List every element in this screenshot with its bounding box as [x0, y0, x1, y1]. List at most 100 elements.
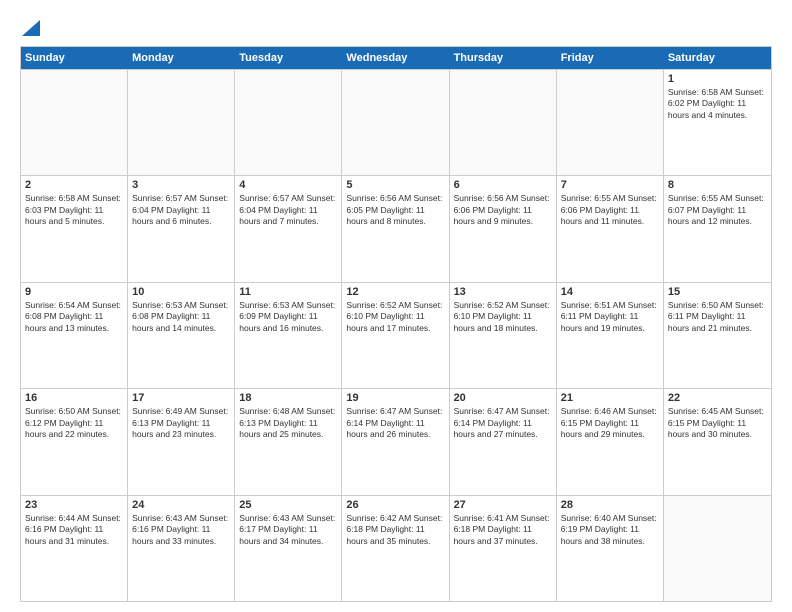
day-number: 15 [668, 286, 767, 298]
day-info: Sunrise: 6:53 AM Sunset: 6:09 PM Dayligh… [239, 300, 337, 334]
page: SundayMondayTuesdayWednesdayThursdayFrid… [0, 0, 792, 612]
day-info: Sunrise: 6:51 AM Sunset: 6:11 PM Dayligh… [561, 300, 659, 334]
header-day-wednesday: Wednesday [342, 47, 449, 69]
day-number: 6 [454, 179, 552, 191]
day-cell-28: 28 Sunrise: 6:40 AM Sunset: 6:19 PM Dayli… [557, 496, 664, 601]
day-info: Sunrise: 6:43 AM Sunset: 6:17 PM Dayligh… [239, 513, 337, 547]
day-cell-8: 8Sunrise: 6:55 AM Sunset: 6:07 PM Daylig… [664, 176, 771, 281]
day-cell-3: 3 Sunrise: 6:57 AM Sunset: 6:04 PM Daylig… [128, 176, 235, 281]
header-day-thursday: Thursday [450, 47, 557, 69]
day-number: 27 [454, 499, 552, 511]
day-info: Sunrise: 6:43 AM Sunset: 6:16 PM Dayligh… [132, 513, 230, 547]
day-info: Sunrise: 6:53 AM Sunset: 6:08 PM Dayligh… [132, 300, 230, 334]
day-cell-27: 27 Sunrise: 6:41 AM Sunset: 6:18 PM Dayli… [450, 496, 557, 601]
day-cell-21: 21 Sunrise: 6:46 AM Sunset: 6:15 PM Dayli… [557, 389, 664, 494]
header-day-sunday: Sunday [21, 47, 128, 69]
calendar-row: 9 Sunrise: 6:54 AM Sunset: 6:08 PM Daylig… [21, 282, 771, 388]
day-cell-25: 25 Sunrise: 6:43 AM Sunset: 6:17 PM Dayli… [235, 496, 342, 601]
empty-cell [557, 70, 664, 175]
day-cell-22: 22 Sunrise: 6:45 AM Sunset: 6:15 PM Dayli… [664, 389, 771, 494]
day-info: Sunrise: 6:45 AM Sunset: 6:15 PM Dayligh… [668, 406, 767, 440]
day-info: Sunrise: 6:46 AM Sunset: 6:15 PM Dayligh… [561, 406, 659, 440]
day-info: Sunrise: 6:44 AM Sunset: 6:16 PM Dayligh… [25, 513, 123, 547]
day-number: 17 [132, 392, 230, 404]
day-cell-2: 2 Sunrise: 6:58 AM Sunset: 6:03 PM Daylig… [21, 176, 128, 281]
day-number: 18 [239, 392, 337, 404]
day-cell-24: 24 Sunrise: 6:43 AM Sunset: 6:16 PM Dayli… [128, 496, 235, 601]
empty-cell [21, 70, 128, 175]
day-cell-16: 16 Sunrise: 6:50 AM Sunset: 6:12 PM Dayli… [21, 389, 128, 494]
header-day-friday: Friday [557, 47, 664, 69]
day-info: Sunrise: 6:52 AM Sunset: 6:10 PM Dayligh… [454, 300, 552, 334]
day-info: Sunrise: 6:50 AM Sunset: 6:12 PM Dayligh… [25, 406, 123, 440]
day-number: 4 [239, 179, 337, 191]
day-cell-1: 1Sunrise: 6:58 AM Sunset: 6:02 PM Daylig… [664, 70, 771, 175]
day-cell-19: 19 Sunrise: 6:47 AM Sunset: 6:14 PM Dayli… [342, 389, 449, 494]
day-info: Sunrise: 6:57 AM Sunset: 6:04 PM Dayligh… [239, 193, 337, 227]
day-number: 13 [454, 286, 552, 298]
day-number: 7 [561, 179, 659, 191]
day-info: Sunrise: 6:56 AM Sunset: 6:06 PM Dayligh… [454, 193, 552, 227]
day-info: Sunrise: 6:54 AM Sunset: 6:08 PM Dayligh… [25, 300, 123, 334]
calendar-header: SundayMondayTuesdayWednesdayThursdayFrid… [21, 47, 771, 69]
day-cell-11: 11 Sunrise: 6:53 AM Sunset: 6:09 PM Dayli… [235, 283, 342, 388]
day-info: Sunrise: 6:47 AM Sunset: 6:14 PM Dayligh… [346, 406, 444, 440]
day-cell-15: 15 Sunrise: 6:50 AM Sunset: 6:11 PM Dayli… [664, 283, 771, 388]
day-number: 19 [346, 392, 444, 404]
day-number: 2 [25, 179, 123, 191]
day-number: 24 [132, 499, 230, 511]
empty-cell [342, 70, 449, 175]
day-number: 5 [346, 179, 444, 191]
day-info: Sunrise: 6:57 AM Sunset: 6:04 PM Dayligh… [132, 193, 230, 227]
day-cell-12: 12Sunrise: 6:52 AM Sunset: 6:10 PM Dayli… [342, 283, 449, 388]
day-number: 16 [25, 392, 123, 404]
day-info: Sunrise: 6:50 AM Sunset: 6:11 PM Dayligh… [668, 300, 767, 334]
calendar: SundayMondayTuesdayWednesdayThursdayFrid… [20, 46, 772, 602]
day-number: 20 [454, 392, 552, 404]
day-info: Sunrise: 6:58 AM Sunset: 6:03 PM Dayligh… [25, 193, 123, 227]
calendar-row: 2 Sunrise: 6:58 AM Sunset: 6:03 PM Daylig… [21, 175, 771, 281]
logo [20, 18, 40, 36]
day-number: 3 [132, 179, 230, 191]
day-cell-6: 6 Sunrise: 6:56 AM Sunset: 6:06 PM Daylig… [450, 176, 557, 281]
day-info: Sunrise: 6:41 AM Sunset: 6:18 PM Dayligh… [454, 513, 552, 547]
day-cell-7: 7 Sunrise: 6:55 AM Sunset: 6:06 PM Daylig… [557, 176, 664, 281]
day-cell-26: 26Sunrise: 6:42 AM Sunset: 6:18 PM Dayli… [342, 496, 449, 601]
day-number: 10 [132, 286, 230, 298]
day-info: Sunrise: 6:52 AM Sunset: 6:10 PM Dayligh… [346, 300, 444, 334]
day-number: 25 [239, 499, 337, 511]
empty-cell [450, 70, 557, 175]
day-number: 9 [25, 286, 123, 298]
day-cell-9: 9 Sunrise: 6:54 AM Sunset: 6:08 PM Daylig… [21, 283, 128, 388]
day-number: 14 [561, 286, 659, 298]
day-info: Sunrise: 6:42 AM Sunset: 6:18 PM Dayligh… [346, 513, 444, 547]
day-cell-23: 23 Sunrise: 6:44 AM Sunset: 6:16 PM Dayli… [21, 496, 128, 601]
header-day-saturday: Saturday [664, 47, 771, 69]
day-info: Sunrise: 6:40 AM Sunset: 6:19 PM Dayligh… [561, 513, 659, 547]
calendar-body: 1Sunrise: 6:58 AM Sunset: 6:02 PM Daylig… [21, 69, 771, 601]
empty-cell [664, 496, 771, 601]
calendar-row: 1Sunrise: 6:58 AM Sunset: 6:02 PM Daylig… [21, 69, 771, 175]
calendar-row: 16 Sunrise: 6:50 AM Sunset: 6:12 PM Dayli… [21, 388, 771, 494]
header-day-tuesday: Tuesday [235, 47, 342, 69]
day-cell-10: 10 Sunrise: 6:53 AM Sunset: 6:08 PM Dayli… [128, 283, 235, 388]
day-cell-13: 13 Sunrise: 6:52 AM Sunset: 6:10 PM Dayli… [450, 283, 557, 388]
header-day-monday: Monday [128, 47, 235, 69]
day-cell-20: 20 Sunrise: 6:47 AM Sunset: 6:14 PM Dayli… [450, 389, 557, 494]
calendar-row: 23 Sunrise: 6:44 AM Sunset: 6:16 PM Dayli… [21, 495, 771, 601]
empty-cell [235, 70, 342, 175]
day-number: 8 [668, 179, 767, 191]
day-number: 21 [561, 392, 659, 404]
header [20, 18, 772, 36]
day-cell-5: 5Sunrise: 6:56 AM Sunset: 6:05 PM Daylig… [342, 176, 449, 281]
day-cell-18: 18Sunrise: 6:48 AM Sunset: 6:13 PM Dayli… [235, 389, 342, 494]
day-number: 23 [25, 499, 123, 511]
day-number: 11 [239, 286, 337, 298]
day-info: Sunrise: 6:55 AM Sunset: 6:06 PM Dayligh… [561, 193, 659, 227]
empty-cell [128, 70, 235, 175]
day-cell-17: 17Sunrise: 6:49 AM Sunset: 6:13 PM Dayli… [128, 389, 235, 494]
day-number: 28 [561, 499, 659, 511]
day-cell-14: 14 Sunrise: 6:51 AM Sunset: 6:11 PM Dayli… [557, 283, 664, 388]
day-number: 22 [668, 392, 767, 404]
day-info: Sunrise: 6:47 AM Sunset: 6:14 PM Dayligh… [454, 406, 552, 440]
